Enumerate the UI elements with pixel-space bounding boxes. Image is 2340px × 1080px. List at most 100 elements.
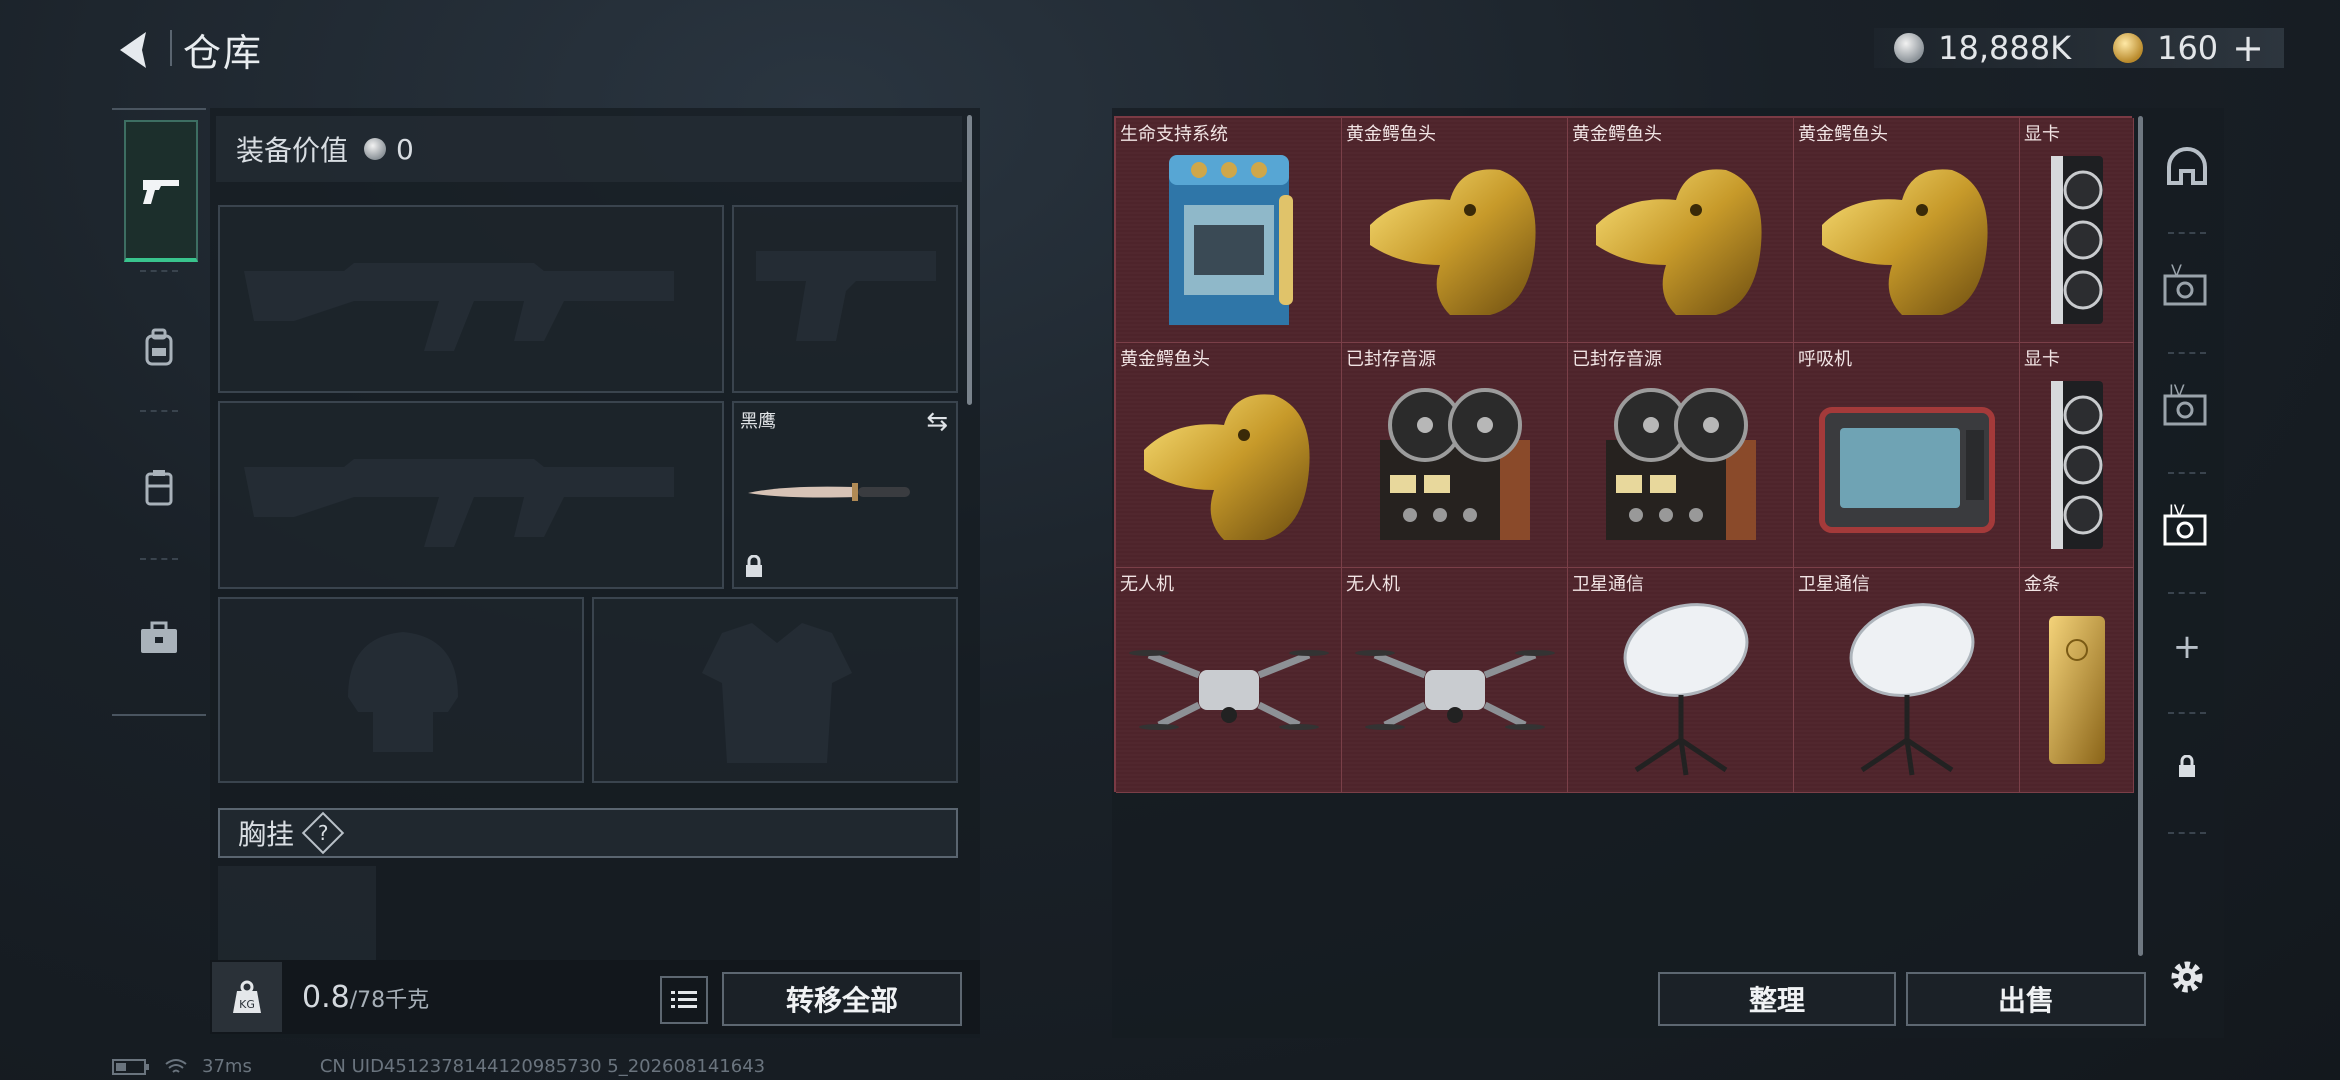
wifi-icon	[165, 1058, 187, 1073]
armor-slot[interactable]	[592, 597, 958, 783]
swap-icon[interactable]: ⇆	[926, 407, 948, 437]
backpack-icon	[145, 328, 173, 366]
secondary-weapon-slot[interactable]	[218, 401, 724, 589]
tab-armor-v[interactable]: V	[2150, 228, 2224, 346]
organize-button[interactable]: 整理	[1658, 972, 1896, 1026]
back-button[interactable]	[112, 26, 160, 74]
stash-item[interactable]: 已封存音源	[1342, 343, 1568, 568]
item-label: 黄金鳄鱼头	[1572, 124, 1662, 145]
stash-item[interactable]: 黄金鳄鱼头	[1116, 343, 1342, 568]
stash-item[interactable]: 显卡	[2020, 343, 2134, 568]
svg-text:V: V	[2171, 264, 2182, 280]
tab-weapons[interactable]	[124, 120, 198, 262]
transfer-all-button[interactable]: 转移全部	[722, 972, 962, 1026]
svg-text:IV: IV	[2169, 504, 2185, 520]
item-label: 显卡	[2024, 124, 2060, 145]
battery-icon	[112, 1058, 149, 1075]
tab-stash-main[interactable]	[2150, 108, 2224, 226]
satellite-dish-item-icon	[1568, 588, 1793, 792]
weight-current: 0.8	[302, 980, 350, 1015]
chest-rig-label: 胸挂	[238, 818, 295, 851]
item-label: 卫星通信	[1798, 574, 1870, 595]
stash-item[interactable]: 黄金鳄鱼头	[1568, 118, 1794, 343]
stash-item[interactable]: 黄金鳄鱼头	[1794, 118, 2020, 343]
lock-icon	[2179, 755, 2195, 777]
svg-text:IV: IV	[2169, 384, 2185, 400]
item-label: 显卡	[2024, 349, 2060, 370]
armor-silhouette-icon	[702, 623, 852, 763]
left-scrollbar[interactable]	[967, 115, 972, 405]
graphics-card-item-icon	[2020, 363, 2133, 567]
golden-croc-head-item-icon	[1342, 138, 1567, 342]
melee-item-label: 黑鹰	[740, 411, 776, 432]
back-arrow-icon	[120, 32, 146, 68]
life-support-item-icon	[1116, 138, 1341, 342]
drone-item-icon	[1342, 588, 1567, 792]
item-label: 黄金鳄鱼头	[1798, 124, 1888, 145]
sell-button[interactable]: 出售	[1906, 972, 2146, 1026]
weight-readout: 0.8/78千克	[302, 980, 429, 1015]
add-currency-button[interactable]: +	[2232, 26, 2264, 70]
add-tab-button[interactable]: +	[2150, 588, 2224, 706]
currency-bar: 18,888K 160 +	[1874, 26, 2284, 70]
stash-grid: 生命支持系统 黄金鳄鱼头 黄金鳄鱼头 黄金鳄鱼头 显卡 黄金鳄鱼头 已封存音源 已封存音源 呼吸…	[1114, 116, 2134, 793]
title-divider	[170, 30, 172, 66]
pistol-slot[interactable]	[732, 205, 958, 393]
item-label: 卫星通信	[1572, 574, 1644, 595]
stash-tab-bar: V IV IV +	[2150, 108, 2224, 868]
tab-backpack[interactable]	[124, 280, 194, 416]
silver-coin-icon	[364, 138, 387, 160]
stash-scrollbar[interactable]	[2138, 116, 2143, 956]
stash-item[interactable]: 无人机	[1342, 568, 1568, 793]
silver-amount: 18,888K	[1938, 29, 2072, 67]
chest-rig-slot[interactable]	[218, 866, 376, 960]
helmet-slot[interactable]	[218, 597, 584, 783]
stash-item[interactable]: 卫星通信	[1794, 568, 2020, 793]
stash-item[interactable]: 已封存音源	[1568, 343, 1794, 568]
tape-recorder-item-icon	[1568, 363, 1793, 567]
primary-weapon-slot[interactable]	[218, 205, 724, 393]
tape-recorder-item-icon	[1342, 363, 1567, 567]
chest-rig-header: 胸挂 ?	[218, 808, 958, 858]
item-label: 呼吸机	[1798, 349, 1852, 370]
equip-value-amount: 0	[396, 132, 414, 166]
pistol-icon	[143, 180, 179, 204]
toolbox-icon	[141, 621, 177, 653]
item-label: 黄金鳄鱼头	[1120, 349, 1210, 370]
left-tab-bar	[112, 108, 206, 716]
stash-item[interactable]: 金条	[2020, 568, 2134, 793]
tab-armor-iv-selected[interactable]: IV	[2150, 468, 2224, 586]
help-button[interactable]: ?	[301, 811, 345, 855]
drone-item-icon	[1116, 588, 1341, 792]
stash-item[interactable]: 呼吸机	[1794, 343, 2020, 568]
stash-item[interactable]: 卫星通信	[1568, 568, 1794, 793]
tab-rig[interactable]	[124, 420, 194, 556]
golden-croc-head-item-icon	[1794, 138, 2019, 342]
weight-icon: KG	[212, 962, 282, 1032]
stash-item[interactable]: 生命支持系统	[1116, 118, 1342, 343]
stash-item[interactable]: 无人机	[1116, 568, 1342, 793]
stash-item[interactable]: 黄金鳄鱼头	[1342, 118, 1568, 343]
ventilator-item-icon	[1794, 363, 2019, 567]
list-view-button[interactable]	[660, 976, 708, 1024]
gear-icon	[2171, 961, 2203, 993]
settings-button[interactable]	[2164, 954, 2210, 1000]
gold-coin-icon	[2113, 33, 2144, 63]
rifle-silhouette-icon	[244, 263, 674, 351]
list-icon	[671, 991, 697, 1008]
ping-text: 37ms	[202, 1056, 252, 1077]
equip-value-bar: 装备价值 0	[216, 116, 962, 182]
rig-icon	[145, 470, 173, 506]
status-bar: 37ms CN UID4512378144120985730 5_2026081…	[112, 1056, 765, 1077]
locked-tab[interactable]	[2150, 708, 2224, 826]
item-label: 无人机	[1120, 574, 1174, 595]
armor-iv-active-icon: IV	[2163, 504, 2207, 546]
knife-item-icon	[748, 483, 910, 501]
tab-armor-iv[interactable]: IV	[2150, 348, 2224, 466]
tab-toolbox[interactable]	[124, 570, 194, 706]
gold-amount: 160	[2157, 29, 2219, 67]
pistol-silhouette-icon	[756, 251, 936, 341]
melee-slot[interactable]: 黑鹰 ⇆	[732, 401, 958, 589]
stash-item[interactable]: 显卡	[2020, 118, 2134, 343]
armor-iv-icon: IV	[2163, 384, 2207, 426]
